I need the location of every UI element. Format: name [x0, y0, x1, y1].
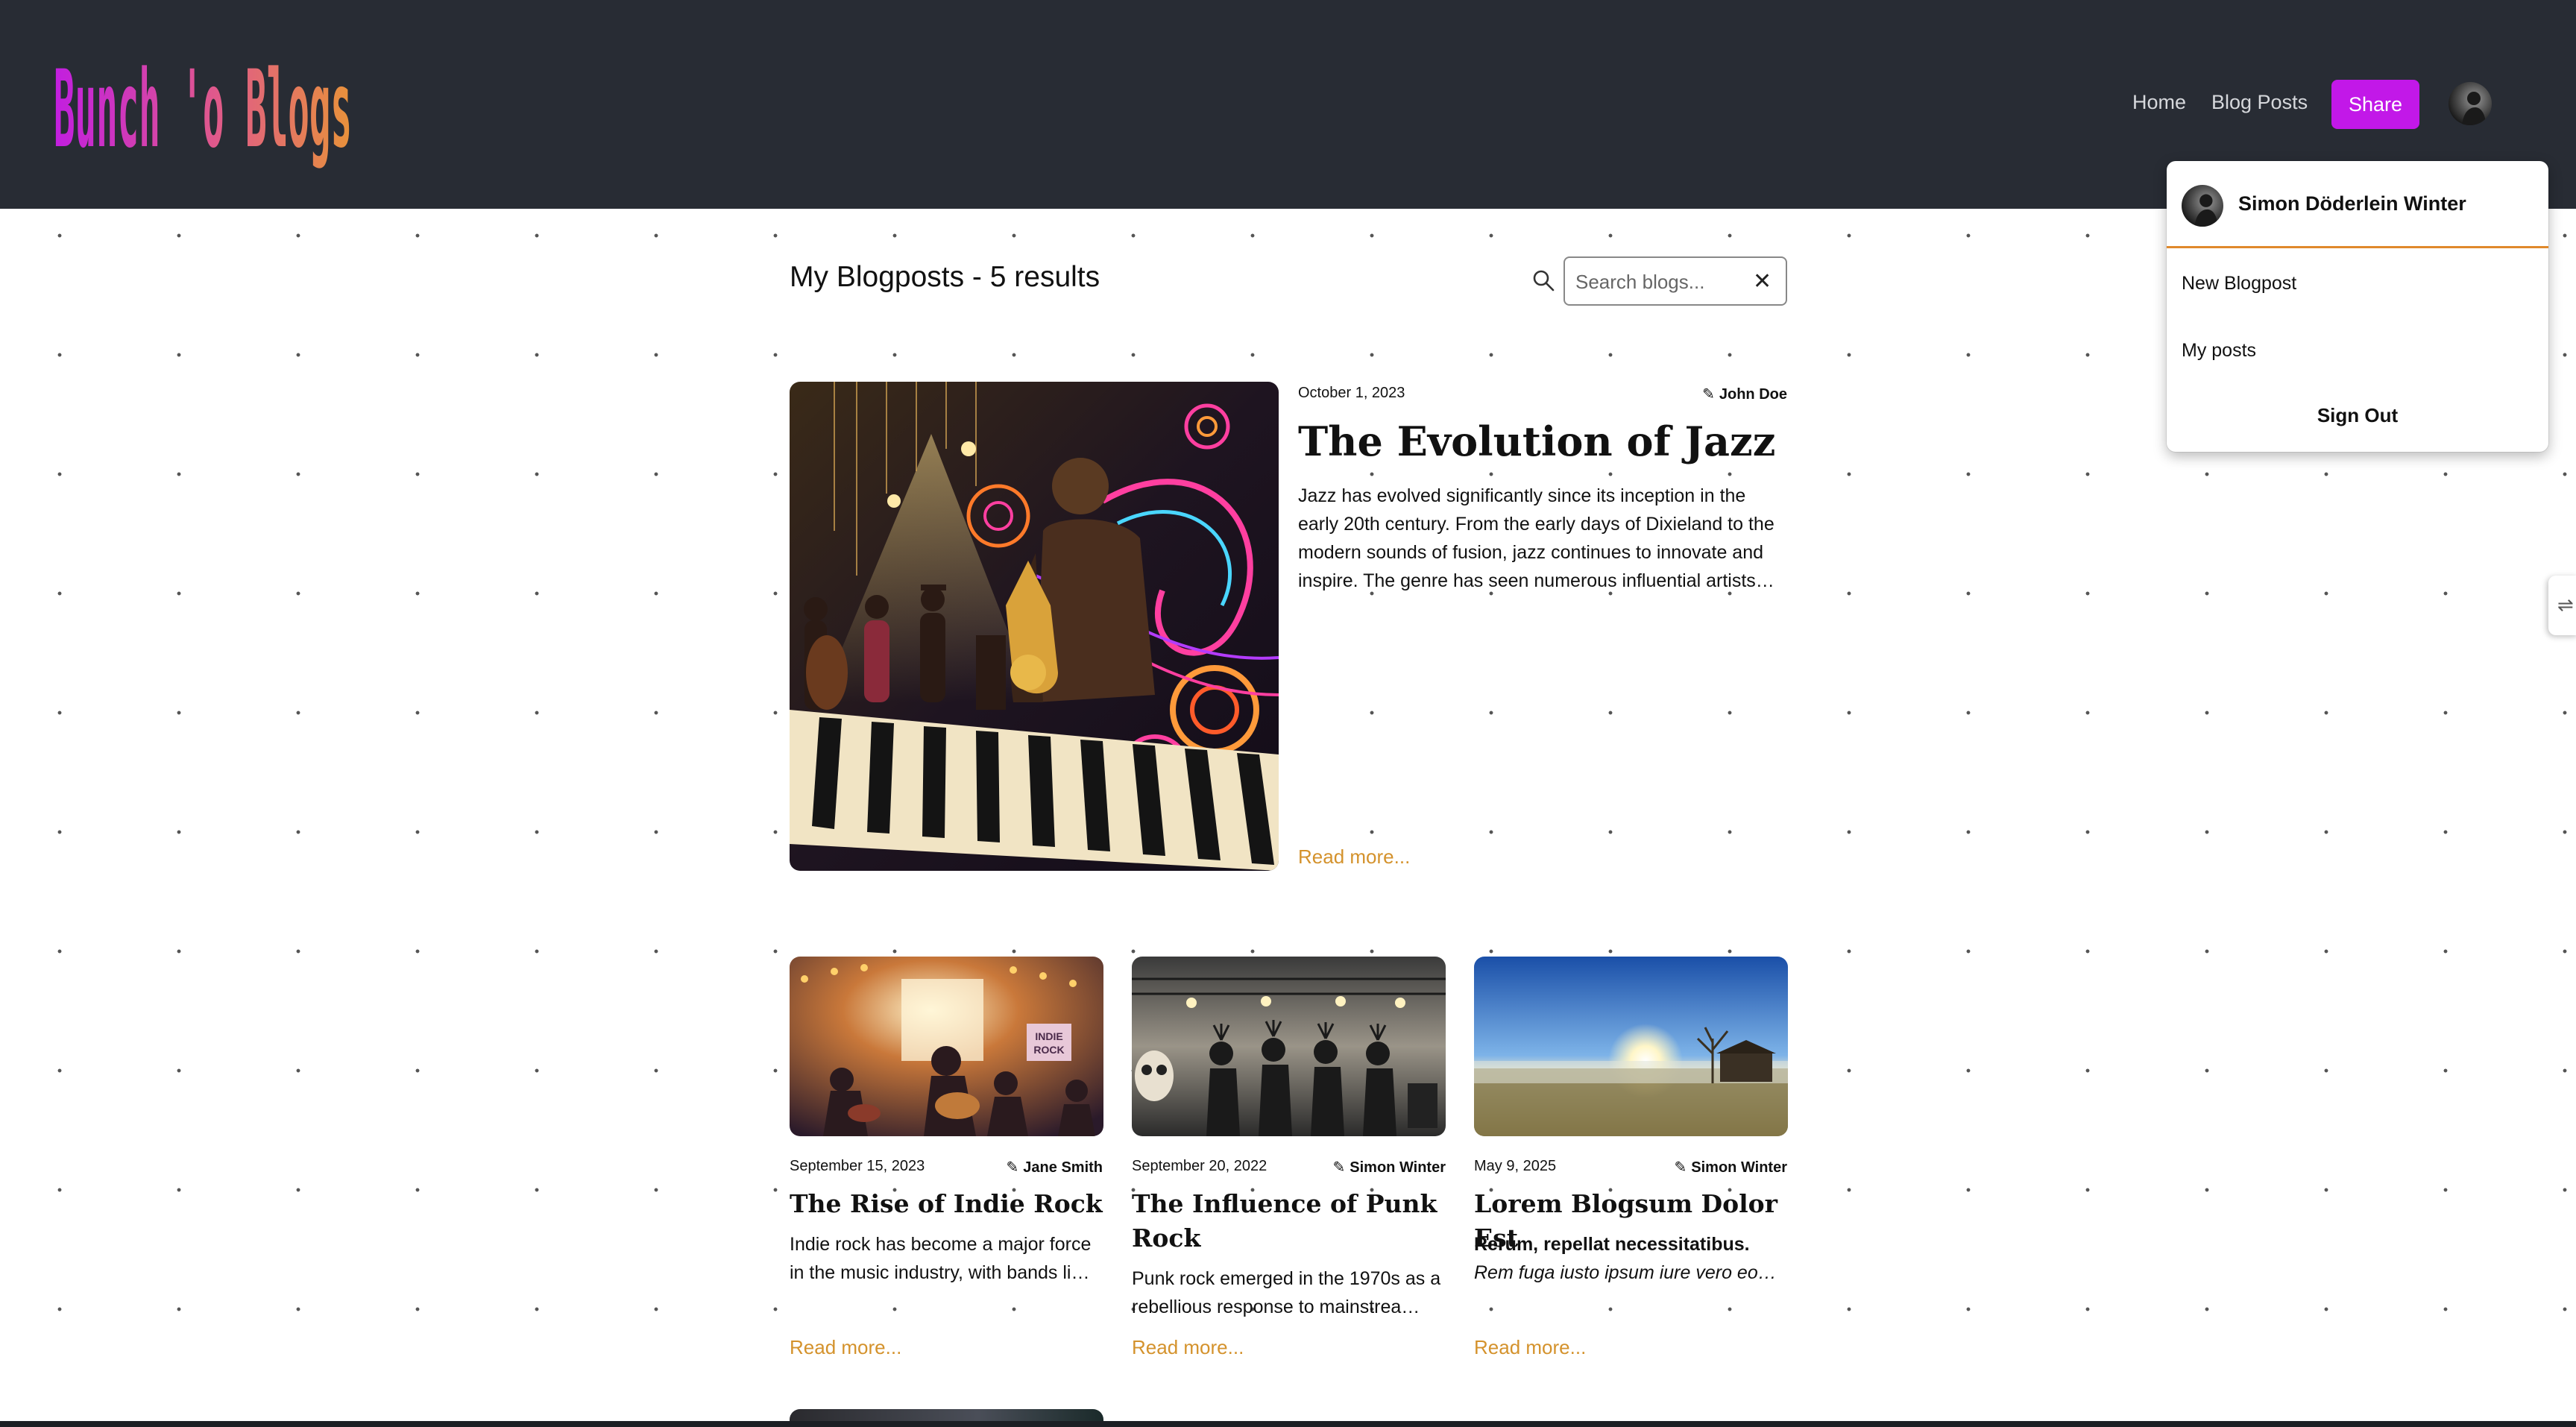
post-excerpt: Indie rock has become a major force in t…: [790, 1234, 1092, 1283]
pencil-icon: ✎: [1332, 1159, 1346, 1176]
pencil-icon: ✎: [1702, 386, 1715, 403]
search-icon: [1533, 270, 1555, 292]
post-author: ✎ Simon Winter: [1332, 1159, 1446, 1176]
menu-my-posts[interactable]: My posts: [2182, 340, 2256, 362]
featured-read-more-link[interactable]: Read more...: [1298, 845, 1410, 869]
read-more-link[interactable]: Read more...: [790, 1336, 901, 1359]
post-excerpt-italic: Rem fuga iusto ipsum iure vero eo…: [1474, 1262, 1777, 1283]
post-date: September 15, 2023: [790, 1158, 925, 1174]
share-button[interactable]: Share: [2331, 80, 2419, 129]
post-title[interactable]: The Rise of Indie Rock: [790, 1187, 1103, 1221]
sidebar-toggle-icon: ⇌: [2557, 593, 2574, 616]
image-sign-line2: ROCK: [1033, 1044, 1064, 1056]
clear-search-icon[interactable]: ✕: [1753, 268, 1772, 294]
sidebar-toggle[interactable]: ⇌: [2548, 576, 2576, 635]
read-more-link[interactable]: Read more...: [1132, 1336, 1244, 1359]
user-menu-dropdown: Simon Döderlein Winter New Blogpost My p…: [2167, 161, 2548, 452]
avatar-person-icon: [2194, 194, 2218, 227]
post-date: September 20, 2022: [1132, 1158, 1267, 1174]
dropdown-avatar: [2182, 185, 2223, 227]
jazz-saxophone-illustration-icon: [790, 382, 1279, 871]
post-image[interactable]: INDIE ROCK: [790, 957, 1103, 1136]
featured-post-excerpt: Jazz has evolved significantly since its…: [1298, 485, 1774, 591]
read-more-link[interactable]: Read more...: [1474, 1336, 1586, 1359]
pencil-icon: ✎: [1006, 1159, 1019, 1176]
punk-band-illustration-icon: [1132, 957, 1446, 1136]
post-image[interactable]: [1474, 957, 1788, 1136]
post-date: May 9, 2025: [1474, 1158, 1557, 1174]
search-field: ✕: [1563, 256, 1787, 306]
post-image[interactable]: [1132, 957, 1446, 1136]
logo-text: Bunch 'o Blogs: [54, 48, 352, 171]
indie-rock-band-illustration-icon: INDIE ROCK: [790, 957, 1103, 1136]
post-excerpt-bold: Rerum, repellat necessitatibus.: [1474, 1234, 1750, 1255]
featured-post-date: October 1, 2023: [1298, 385, 1405, 401]
featured-post-author: ✎ John Doe: [1702, 386, 1787, 403]
pencil-icon: ✎: [1674, 1159, 1687, 1176]
avatar-person-icon: [2462, 92, 2486, 125]
post-author: ✎ Simon Winter: [1674, 1159, 1787, 1176]
avatar[interactable]: [2449, 82, 2492, 125]
nav-blog-posts[interactable]: Blog Posts: [2211, 91, 2308, 114]
post-excerpt: Punk rock emerged in the 1970s as a rebe…: [1132, 1268, 1441, 1317]
dropdown-divider: [2167, 246, 2548, 248]
image-sign-line1: INDIE: [1035, 1030, 1062, 1042]
page-title: My Blogposts - 5 results: [790, 261, 1100, 293]
featured-post-title[interactable]: The Evolution of Jazz: [1298, 418, 1775, 465]
featured-post-image[interactable]: [790, 382, 1279, 871]
sunrise-meadow-photo-icon: [1474, 957, 1788, 1136]
user-name: Simon Döderlein Winter: [2238, 192, 2466, 215]
search-input[interactable]: [1575, 268, 1739, 295]
post-title[interactable]: The Influence of Punk Rock: [1132, 1187, 1446, 1256]
logo[interactable]: Bunch 'o Blogs: [54, 48, 352, 174]
post-author: ✎ Jane Smith: [1006, 1159, 1103, 1176]
sign-out-button[interactable]: Sign Out: [2167, 404, 2548, 427]
page-bottom-edge: [0, 1421, 2576, 1427]
menu-new-blogpost[interactable]: New Blogpost: [2182, 273, 2296, 294]
nav-home[interactable]: Home: [2132, 91, 2186, 114]
